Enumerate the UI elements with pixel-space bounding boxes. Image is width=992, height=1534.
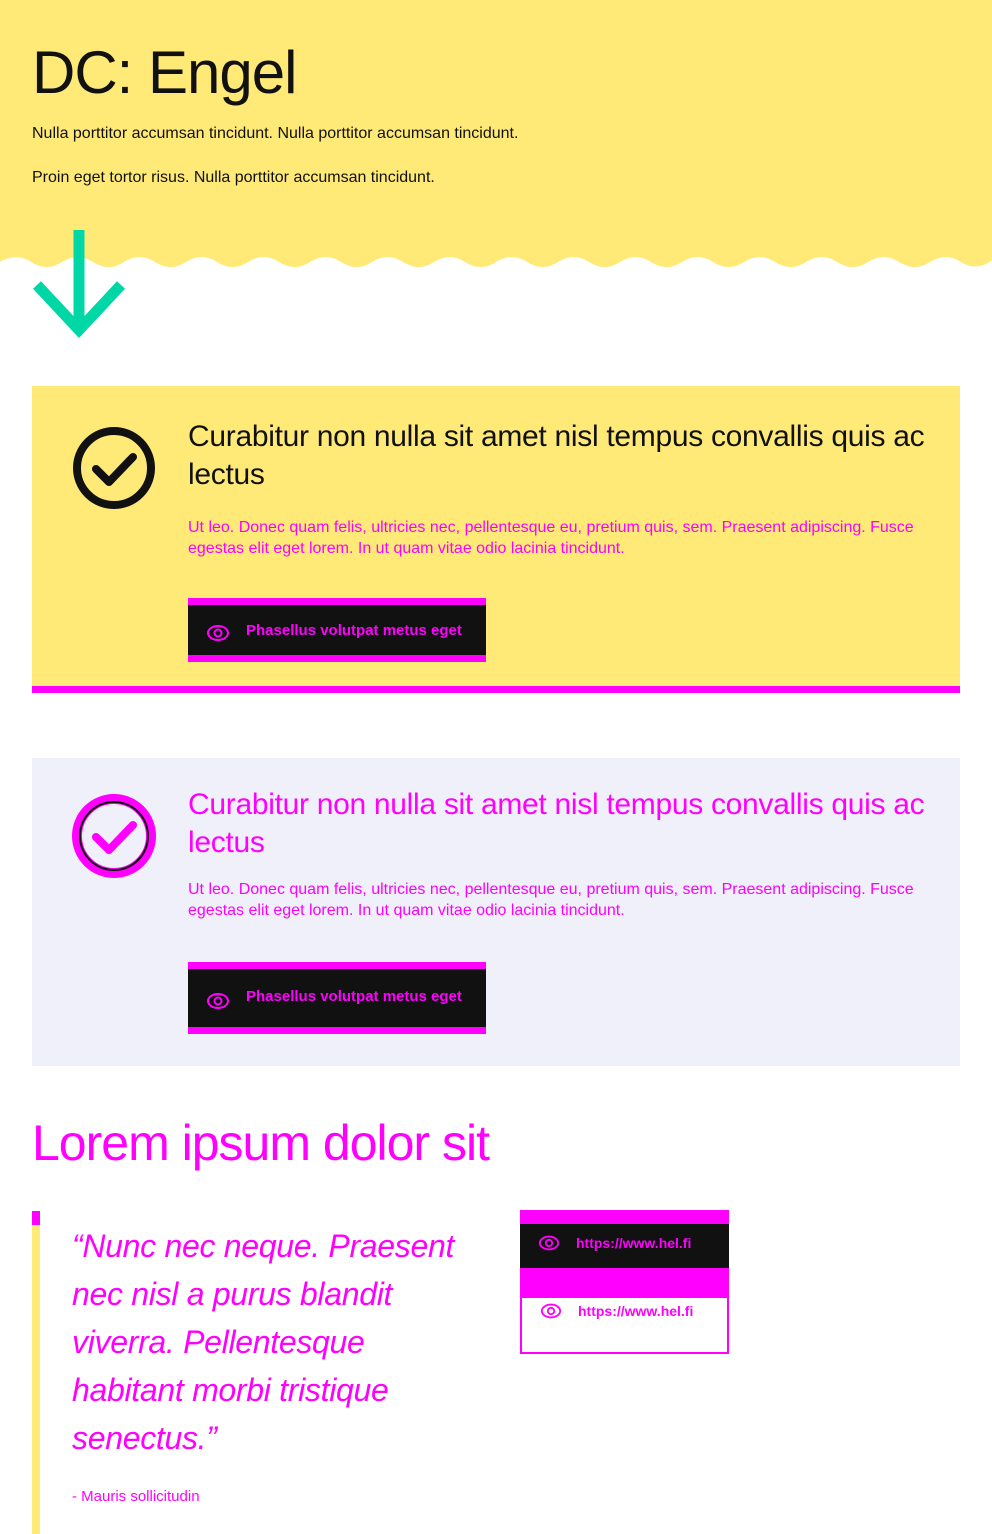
link-dark[interactable]: https://www.hel.fi: [520, 1210, 729, 1284]
eye-icon: [206, 621, 230, 649]
hero-paragraph-2: Proin eget tortor risus. Nulla porttitor…: [32, 169, 435, 186]
hero-paragraph-1: Nulla porttitor accumsan tincidunt. Null…: [32, 125, 519, 142]
blockquote-text: “Nunc nec neque. Praesent nec nisl a pur…: [72, 1228, 455, 1456]
eye-icon: [538, 1232, 560, 1257]
check-circle-icon: [72, 426, 156, 515]
wave-divider: [0, 238, 992, 267]
notification-accent-bar: [32, 686, 960, 693]
quote-bar: [32, 1211, 40, 1534]
notification-button-label: Phasellus volutpat metus eget: [246, 622, 462, 639]
notification-box-lavender: Curabitur non nulla sit amet nisl tempus…: [32, 758, 960, 1066]
hero-section: [0, 0, 992, 240]
notification-title: Curabitur non nulla sit amet nisl tempus…: [188, 420, 925, 491]
eye-icon: [206, 989, 230, 1017]
notification-text: Ut leo. Donec quam felis, ultricies nec,…: [188, 881, 914, 919]
notification-button[interactable]: Phasellus volutpat metus eget: [188, 598, 486, 662]
quote-bar-accent: [32, 1211, 40, 1225]
link-label: https://www.hel.fi: [576, 1235, 692, 1251]
notification-button[interactable]: Phasellus volutpat metus eget: [188, 962, 486, 1034]
arrow-down-icon: [32, 230, 126, 339]
notification-text: Ut leo. Donec quam felis, ultricies nec,…: [188, 519, 914, 557]
link-light[interactable]: https://www.hel.fi: [520, 1284, 729, 1354]
eye-icon: [540, 1300, 562, 1325]
section-title: Lorem ipsum dolor sit: [32, 1115, 490, 1171]
link-label: https://www.hel.fi: [578, 1303, 694, 1319]
page-title: DC: Engel: [32, 39, 297, 106]
notification-title: Curabitur non nulla sit amet nisl tempus…: [188, 788, 925, 859]
notification-button-label: Phasellus volutpat metus eget: [246, 988, 462, 1005]
check-circle-icon: [72, 790, 156, 887]
blockquote-attribution: - Mauris sollicitudin: [72, 1488, 200, 1505]
notification-box-yellow: Curabitur non nulla sit amet nisl tempus…: [32, 386, 960, 686]
